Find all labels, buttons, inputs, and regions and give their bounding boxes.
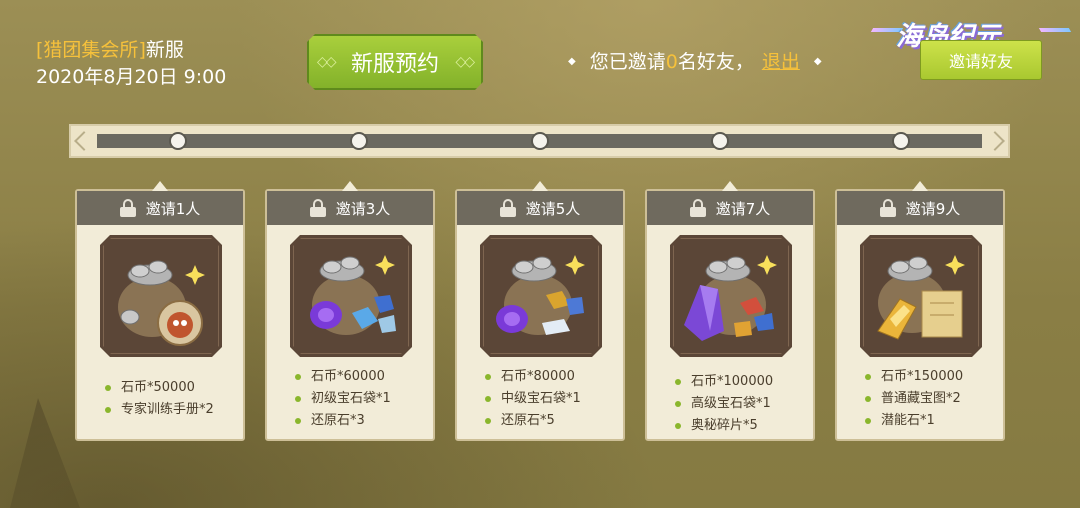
reward-item: 中级宝石袋*1 [485,388,617,410]
coin-bag-egg-icon [100,235,222,357]
invite-status: ◆ 您已邀请 0 名好友， 退出 ◆ [568,50,822,74]
milestone-node [530,132,549,150]
card-title: 邀请7人 [715,199,771,218]
coin-bag-gems-icon [290,235,412,357]
reward-item: 高级宝石袋*1 [675,393,807,415]
reward-card: 邀请9人 石币*150000 普通藏宝图*2 潜能石*1 [835,181,1005,441]
card-title: 邀请5人 [525,199,581,218]
invite-suffix: 名好友， [677,51,754,73]
reward-item: 还原石*3 [295,410,427,432]
reward-item: 石币*60000 [295,366,427,388]
reward-image [670,235,792,357]
reserve-deco-right: ◇◇ [455,54,473,70]
logo-wing-right [1038,28,1072,32]
reward-item: 石币*50000 [105,377,237,399]
card-header: 邀请9人 [837,191,1003,225]
lock-icon [309,199,326,217]
card-title: 邀请9人 [905,199,961,218]
milestone-node [349,132,368,150]
reward-card: 邀请5人 石币*80000 中级宝石袋*1 还原石*5 [455,181,625,441]
logout-link[interactable]: 退出 [762,50,800,74]
reserve-button-label: 新服预约 [350,52,439,77]
reward-item: 石币*100000 [675,371,807,393]
reward-list: 石币*100000 高级宝石袋*1 奥秘碎片*5 [675,371,807,437]
coin-bag-map-icon [860,235,982,357]
reward-item: 专家训练手册*2 [105,399,237,421]
reward-card: 邀请3人 石币*60000 初级宝石袋*1 还原石*3 [265,181,435,441]
reward-list: 石币*60000 初级宝石袋*1 还原石*3 [295,366,427,432]
reward-list: 石币*50000 专家训练手册*2 [105,377,237,421]
card-header: 邀请5人 [457,191,623,225]
lock-icon [879,199,896,217]
lock-icon [689,199,706,217]
invite-friends-button[interactable]: 邀请好友 [920,40,1042,80]
card-header: 邀请7人 [647,191,813,225]
invite-progress-bar [69,124,1010,158]
event-name: 猎团集会所 [43,39,139,61]
reward-item: 普通藏宝图*2 [865,388,997,410]
event-title: [猎团集会所]新服 [36,38,184,62]
diamond-icon: ◆ [813,56,822,67]
reserve-deco-left: ◇◇ [317,54,335,70]
diamond-icon: ◆ [568,56,576,67]
reserve-button[interactable]: ◇◇ 新服预约 ◇◇ [307,34,483,90]
reward-item: 初级宝石袋*1 [295,388,427,410]
lock-icon [119,199,136,217]
milestone-node [169,132,188,150]
progress-track [97,132,982,150]
reward-image [100,235,222,357]
reward-card: 邀请1人 石币*50000 专家训练手册*2 [75,181,245,441]
reward-item: 潜能石*1 [865,410,997,432]
reward-list: 石币*80000 中级宝石袋*1 还原石*5 [485,366,617,432]
invite-prefix: 您已邀请 [589,51,666,73]
reward-list: 石币*150000 普通藏宝图*2 潜能石*1 [865,366,997,432]
lock-icon [499,199,516,217]
event-suffix: 新服 [145,39,184,61]
reward-image [860,235,982,357]
event-date: 2020年8月20日 9:00 [36,66,227,88]
reward-item: 石币*80000 [485,366,617,388]
reward-item: 石币*150000 [865,366,997,388]
coin-bag-crystal-icon [480,235,602,357]
reward-image [290,235,412,357]
card-title: 邀请3人 [335,199,391,218]
reward-item: 奥秘碎片*5 [675,415,807,437]
card-title: 邀请1人 [145,199,201,218]
card-header: 邀请3人 [267,191,433,225]
reward-image [480,235,602,357]
event-bracket-close: ] [138,39,146,61]
reward-card: 邀请7人 石币*100000 高级宝石袋*1 奥秘碎片*5 [645,181,815,441]
milestone-node [711,132,730,150]
card-header: 邀请1人 [77,191,243,225]
coin-bag-purple-crystal-icon [670,235,792,357]
milestone-node [891,132,910,150]
reward-item: 还原石*5 [485,410,617,432]
invite-count: 0 [665,51,678,73]
